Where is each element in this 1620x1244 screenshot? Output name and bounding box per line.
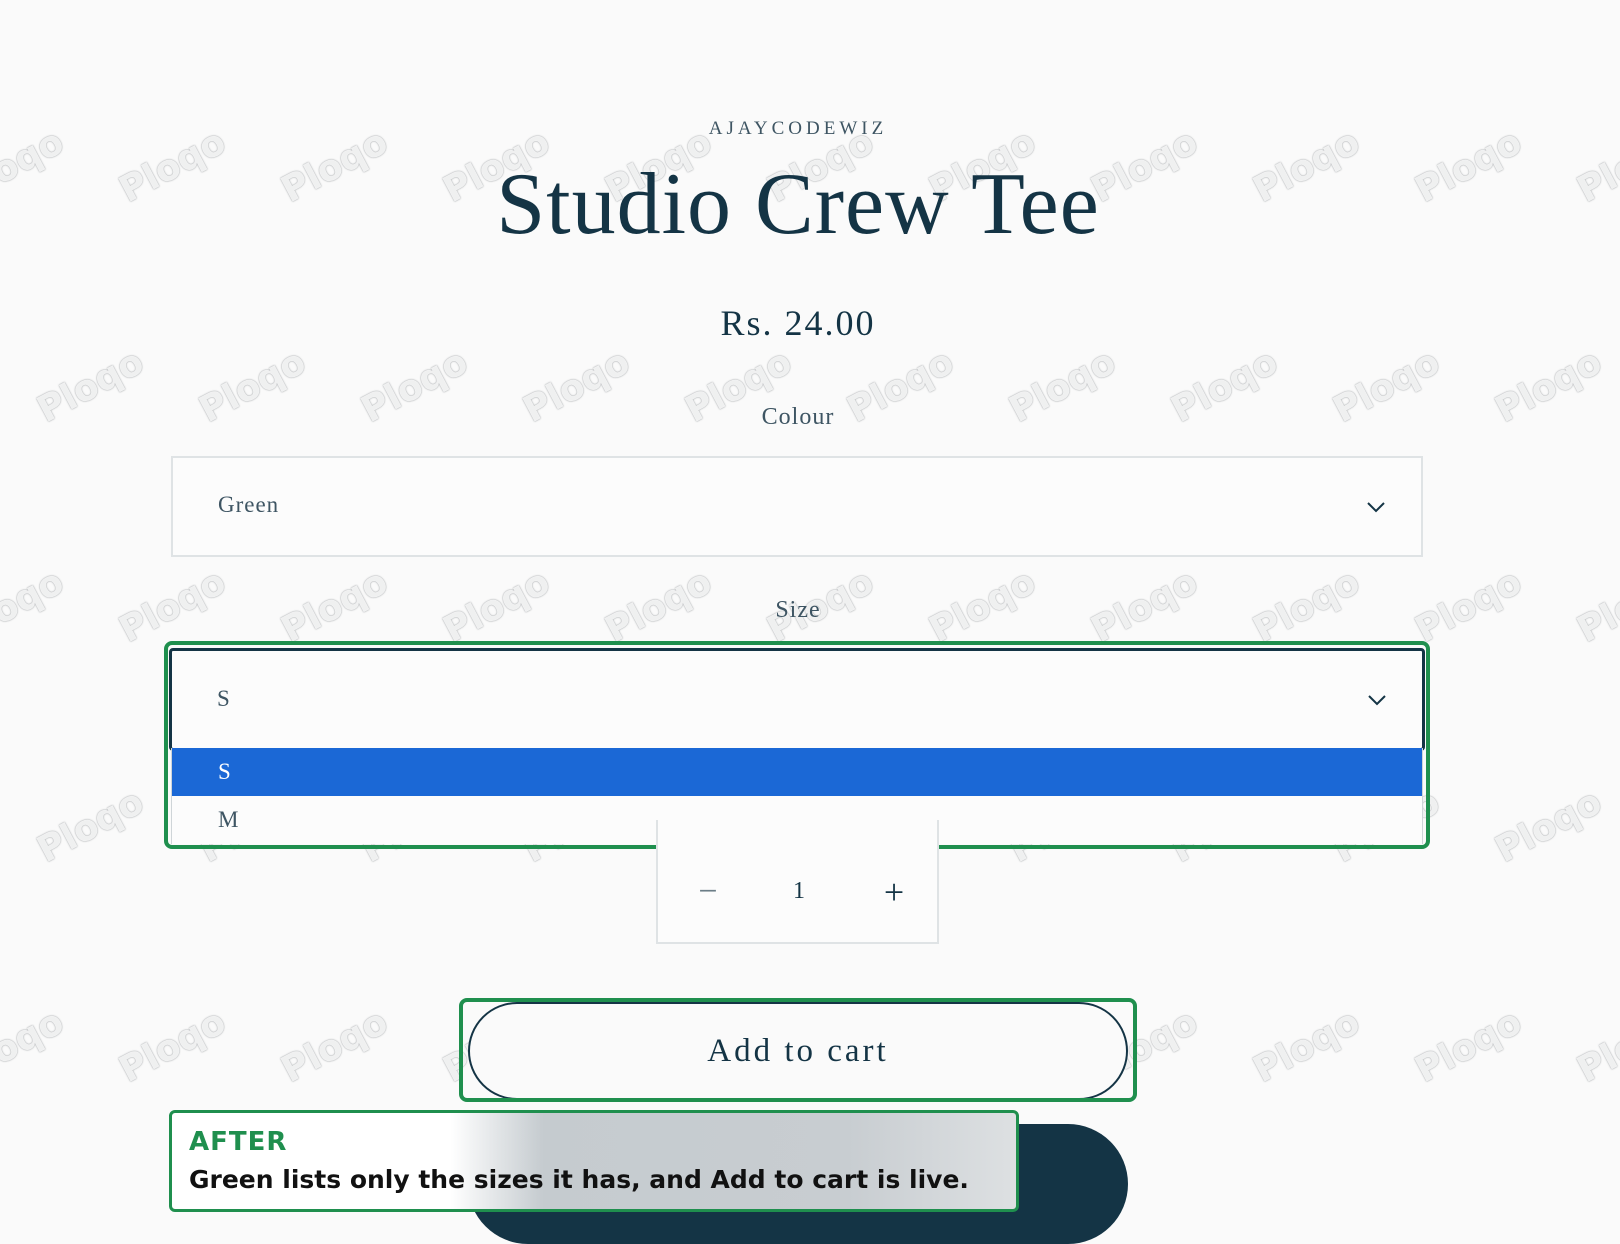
quantity-input[interactable]: 1 [768, 878, 830, 905]
watermark-text: Ploqo [1408, 1001, 1529, 1091]
watermark-text: Ploqo [1246, 1001, 1367, 1091]
product-title: Studio Crew Tee [496, 156, 1100, 253]
chevron-down-icon [1367, 502, 1385, 513]
size-select[interactable]: S [169, 648, 1425, 751]
annotation-text: Green lists only the sizes it has, and A… [189, 1165, 969, 1194]
annotation-tag: AFTER [189, 1127, 288, 1157]
add-to-cart-button[interactable]: Add to cart [468, 1002, 1128, 1100]
colour-select-value: Green [218, 492, 280, 517]
watermark-text: Ploqo [1488, 781, 1609, 871]
chevron-down-icon [1368, 695, 1386, 706]
product-vendor: AJAYCODEWIZ [708, 118, 888, 139]
product-price: Rs. 24.00 [720, 303, 876, 343]
quantity-decrease-button[interactable]: − [686, 872, 730, 916]
watermark-text: Ploqo [112, 1001, 233, 1091]
watermark-text: Ploqo [1570, 1001, 1620, 1091]
watermark-text: Ploqo [274, 1001, 395, 1091]
size-select-value: S [217, 686, 231, 711]
size-option-s[interactable]: S [172, 748, 1422, 796]
colour-label: Colour [761, 404, 835, 430]
quantity-increase-button[interactable]: + [872, 872, 916, 916]
colour-select[interactable]: Green [171, 456, 1423, 557]
annotation-callout: AFTER Green lists only the sizes it has,… [169, 1110, 1019, 1212]
watermark-text: Ploqo [0, 1001, 71, 1091]
watermark-text: Ploqo [30, 781, 151, 871]
quantity-stepper: − 1 + [656, 820, 939, 944]
size-label: Size [775, 597, 821, 623]
